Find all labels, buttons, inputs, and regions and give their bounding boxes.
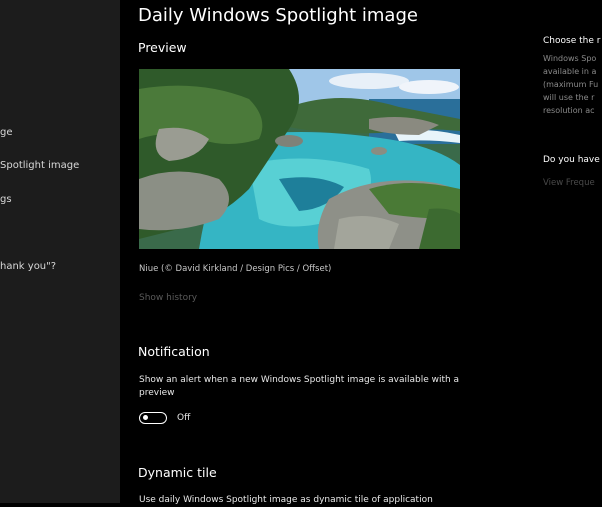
- toggle-knob: [143, 415, 148, 420]
- resolution-heading: Choose the r: [543, 36, 601, 46]
- resolution-text-line: (maximum Fu: [543, 80, 599, 89]
- questions-heading: Do you have: [543, 155, 600, 165]
- spotlight-preview-image: [139, 69, 460, 249]
- view-faq-link[interactable]: View Freque: [543, 178, 595, 188]
- resolution-text-line: will use the r: [543, 93, 595, 102]
- sidebar-item-image[interactable]: ge: [0, 127, 13, 138]
- resolution-text-line: Windows Spo: [543, 54, 597, 63]
- sidebar: ge Spotlight image gs hank you"?: [0, 0, 120, 503]
- toggle-switch[interactable]: [139, 412, 167, 424]
- sidebar-item-label: ge: [0, 127, 13, 138]
- dynamic-tile-description: Use daily Windows Spotlight image as dyn…: [139, 495, 433, 505]
- notification-description: Show an alert when a new Windows Spotlig…: [139, 375, 460, 398]
- image-caption: Niue (© David Kirkland / Design Pics / O…: [139, 264, 332, 274]
- sidebar-item-label: Spotlight image: [0, 160, 80, 171]
- dynamic-tile-section-title: Dynamic tile: [138, 465, 217, 480]
- resolution-text-line: resolution ac: [543, 106, 595, 115]
- sidebar-item-thank-you[interactable]: hank you"?: [0, 261, 56, 272]
- right-panel: Choose the r Windows Spo available in a …: [543, 0, 602, 503]
- sidebar-item-spotlight-image[interactable]: Spotlight image: [0, 160, 79, 171]
- sidebar-item-label: gs: [0, 194, 12, 205]
- main-content: Daily Windows Spotlight image Preview Ni…: [138, 0, 498, 505]
- resolution-text: Windows Spo available in a (maximum Fu w…: [543, 52, 598, 117]
- notification-toggle[interactable]: Off: [139, 410, 190, 426]
- sidebar-item-label: hank you"?: [0, 261, 57, 272]
- notification-section-title: Notification: [138, 344, 210, 359]
- toggle-state-label: Off: [177, 413, 191, 423]
- preview-section-title: Preview: [138, 40, 187, 55]
- resolution-text-line: available in a: [543, 67, 597, 76]
- sidebar-item-settings[interactable]: gs: [0, 194, 12, 205]
- show-history-link[interactable]: Show history: [139, 293, 197, 303]
- page-title: Daily Windows Spotlight image: [138, 5, 418, 26]
